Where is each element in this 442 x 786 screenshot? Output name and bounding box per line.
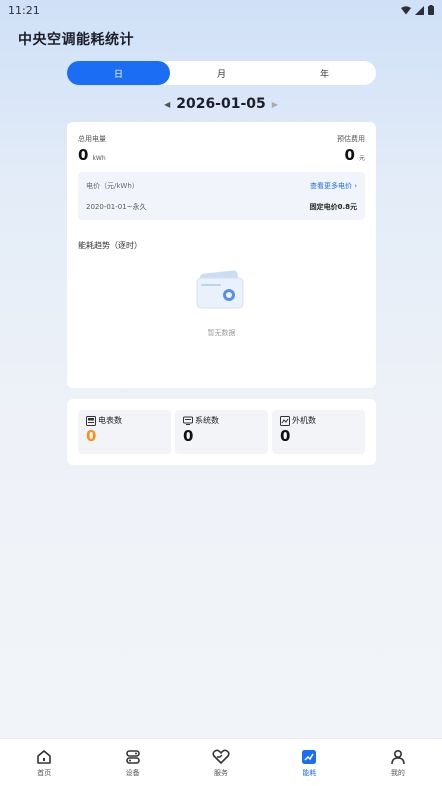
meter-count-box[interactable]: 电表数 0 (78, 410, 171, 454)
date-text[interactable]: 2026-01-05 (176, 96, 266, 112)
view-more-price-label: 查看更多电价 (309, 182, 352, 190)
status-bar: 11:21 (0, 0, 442, 20)
tab-device[interactable]: 设备 (88, 739, 176, 786)
tab-mine-label: 我的 (390, 769, 405, 777)
chevron-right-icon: › (354, 182, 357, 190)
date-selector: ◀ 2026-01-05 ▶ (0, 94, 442, 114)
outdoor-unit-count-label: 外机数 (292, 416, 316, 425)
tab-year[interactable]: 年 (273, 61, 376, 85)
device-icon (125, 750, 140, 764)
tab-energy-label: 能耗 (302, 769, 317, 777)
tab-mine[interactable]: 我的 (354, 739, 442, 786)
next-date-icon[interactable]: ▶ (272, 100, 278, 109)
outdoor-unit-count-box[interactable]: 外机数 0 (272, 410, 365, 454)
prev-date-icon[interactable]: ◀ (164, 100, 170, 109)
period-segmented-control: 日 月 年 (67, 61, 376, 85)
tab-service[interactable]: 服务 (177, 739, 265, 786)
outdoor-unit-count-value: 0 (280, 427, 291, 445)
estimated-cost-unit: 元 (358, 155, 365, 162)
fixed-price: 固定电价0.8元 (309, 203, 357, 211)
price-info-box: 电价（元/kWh） 查看更多电价 › 2020-01-01~永久 固定电价0.8… (78, 172, 365, 220)
outdoor-unit-icon (280, 415, 290, 426)
battery-icon (428, 5, 434, 15)
home-icon (37, 750, 52, 764)
tab-month[interactable]: 月 (170, 61, 273, 85)
energy-summary-card: 总用电量 0 kWh 预估费用 0 元 电价（元/kWh） 查看更多电价 › 2… (67, 122, 376, 388)
view-more-price-link[interactable]: 查看更多电价 › (310, 181, 357, 191)
meter-icon (86, 415, 96, 426)
meter-count-label: 电表数 (98, 416, 122, 425)
price-label: 电价（元/kWh） (86, 182, 139, 190)
tab-day[interactable]: 日 (67, 61, 170, 85)
page-title: 中央空调能耗统计 (18, 32, 134, 48)
tab-service-label: 服务 (214, 769, 229, 777)
tab-home-label: 首页 (37, 769, 52, 777)
total-power-value: 0 (78, 146, 89, 164)
tab-energy[interactable]: 能耗 (265, 739, 353, 786)
service-icon (212, 749, 230, 764)
estimated-cost-label: 预估费用 (337, 135, 365, 143)
monitor-icon (183, 416, 193, 425)
system-count-label: 系统数 (195, 416, 219, 425)
user-icon (391, 749, 405, 765)
empty-folder-icon (196, 270, 244, 309)
bottom-tab-bar: 首页 设备 服务 能耗 我的 (0, 738, 442, 786)
tab-home[interactable]: 首页 (0, 739, 88, 786)
estimated-cost-value: 0 (344, 146, 355, 164)
total-power-stat: 总用电量 0 kWh (78, 134, 106, 164)
total-power-unit: kWh (92, 155, 106, 162)
energy-chart-icon (302, 750, 317, 764)
price-range: 2020-01-01~永久 (86, 203, 147, 211)
empty-data-text: 暂无数据 (207, 329, 236, 337)
system-count-value: 0 (183, 427, 194, 445)
status-icons (401, 5, 434, 15)
meter-count-value: 0 (86, 427, 97, 445)
system-count-box[interactable]: 系统数 0 (175, 410, 268, 454)
status-time: 11:21 (8, 3, 40, 17)
tab-device-label: 设备 (125, 769, 140, 777)
device-counts-card: 电表数 0 系统数 0 外机数 0 (67, 399, 376, 465)
trend-title: 能耗趋势（逐时） (78, 241, 142, 250)
total-power-label: 总用电量 (78, 135, 106, 143)
signal-icon (415, 5, 424, 15)
estimated-cost-stat: 预估费用 0 元 (337, 134, 365, 164)
wifi-icon (401, 5, 411, 14)
